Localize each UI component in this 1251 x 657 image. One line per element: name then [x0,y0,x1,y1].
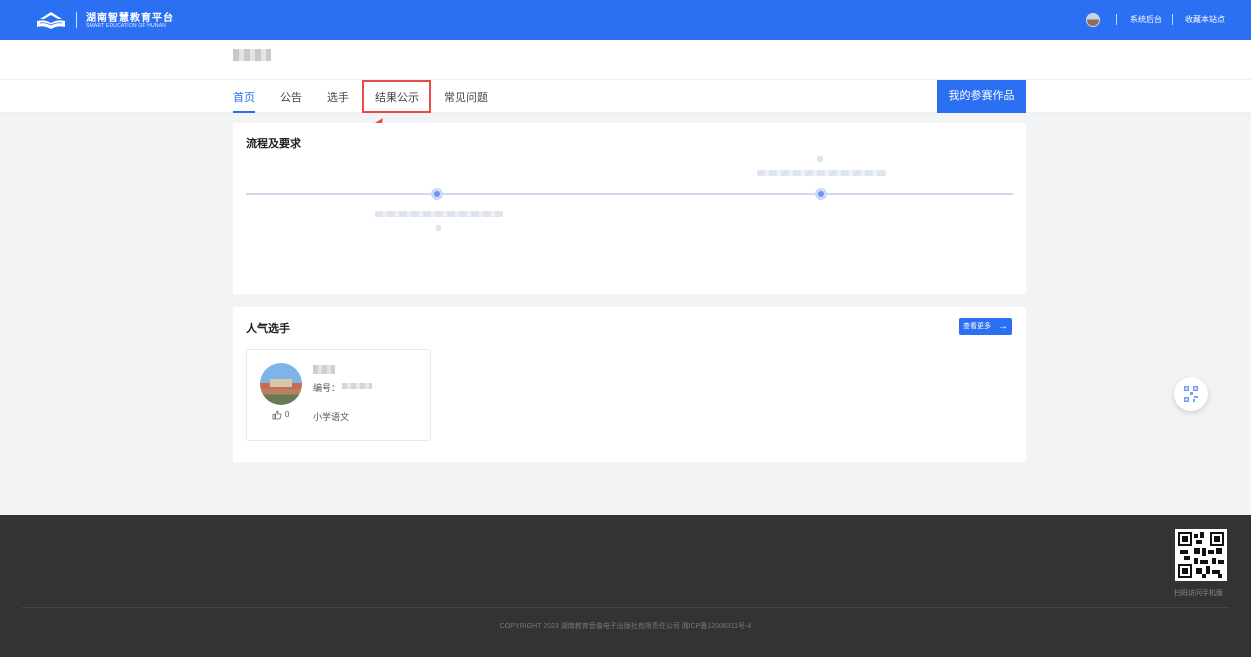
player-subject: 小学语文 [313,412,350,422]
timeline-node[interactable] [431,188,443,200]
bookmark-site-link[interactable]: 收藏本站点 [1185,14,1225,25]
view-more-button[interactable]: 查看更多 → [959,318,1012,335]
my-works-button[interactable]: 我的参赛作品 [937,80,1026,113]
brand-english-name: SMART EDUCATION OF HUNAN [86,23,167,29]
active-tab-indicator [233,111,255,113]
results-tab-highlight [362,80,431,113]
qr-label: 扫码访问手机版 [1174,590,1223,597]
player-id-value [342,383,372,389]
header-divider [1116,14,1117,25]
copyright-text: COPYRIGHT 2023 湖南教育音像电子出版社有限责任公司 湘ICP备12… [499,623,752,630]
timeline-step-text [757,170,887,176]
mobile-qr-code [1175,529,1227,581]
arrow-right-icon: → [998,321,1008,332]
title-band [0,40,1251,80]
player-name [313,365,335,374]
footer: 扫码访问手机版 COPYRIGHT 2023 湖南教育音像电子出版社有限责任公司… [0,515,1251,657]
qrcode-icon [1178,532,1224,578]
tab-faq[interactable]: 常见问题 [444,89,488,105]
brand-name: 湖南智慧教育平台 [86,13,174,24]
header-divider [1172,14,1173,25]
timeline-step-text [817,156,823,162]
top-bar: 湖南智慧教育平台 SMART EDUCATION OF HUNAN 系统后台 收… [0,0,1251,40]
process-title: 流程及要求 [246,138,301,150]
nav-bar: 首页 公告 选手 结果公示 常见问题 我的参赛作品 [0,79,1251,113]
player-avatar [260,363,302,405]
popular-players-card: 人气选手 查看更多 → 编号： 0 小学语文 [233,307,1026,462]
page-title [233,49,271,61]
process-card: 流程及要求 [233,123,1026,294]
timeline-line [246,193,1013,195]
platform-logo-icon[interactable] [34,10,68,30]
timeline-node[interactable] [815,188,827,200]
view-more-label: 查看更多 [963,323,991,330]
timeline-step-text [375,211,503,217]
footer-divider [22,607,1229,608]
like-count: 0 [285,410,290,419]
popular-title: 人气选手 [246,323,290,335]
thumbs-up-icon[interactable] [272,410,282,420]
logo-divider [76,12,77,28]
tab-home[interactable]: 首页 [233,89,255,105]
timeline-step-text [436,225,441,231]
qrcode-icon [1184,386,1198,402]
floating-qr-button[interactable] [1174,377,1208,411]
tab-players[interactable]: 选手 [327,89,349,105]
admin-backend-link[interactable]: 系统后台 [1130,14,1162,25]
tab-announcements[interactable]: 公告 [280,89,302,105]
player-id-label: 编号： [313,383,341,393]
player-card[interactable]: 编号： 0 小学语文 [246,349,431,441]
user-avatar[interactable] [1086,13,1100,27]
